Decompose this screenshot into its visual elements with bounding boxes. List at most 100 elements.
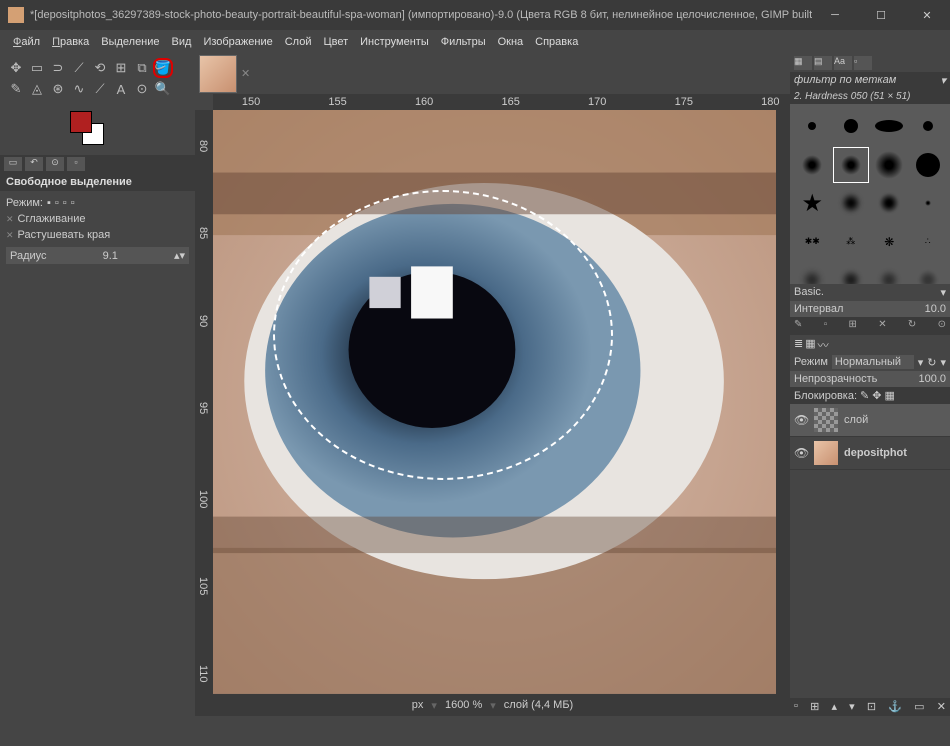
lock-alpha-icon[interactable]: ▦ (884, 389, 894, 402)
minimize-button[interactable]: ─ (812, 0, 858, 30)
maximize-button[interactable]: ☐ (858, 0, 904, 30)
menu-help[interactable]: Справка (530, 33, 583, 51)
layer-item[interactable]: 👁 слой (790, 404, 950, 437)
delete-layer-icon[interactable]: ✕ (937, 700, 946, 714)
lock-position-icon[interactable]: ✥ (872, 389, 881, 402)
tab-fonts[interactable]: Aa (834, 56, 852, 70)
layer-group-icon[interactable]: ⊞ (810, 700, 819, 714)
brush-item[interactable]: ❋ (871, 224, 908, 261)
brush-item[interactable] (833, 262, 870, 284)
brush-item-selected[interactable] (833, 147, 870, 184)
dropdown-icon[interactable]: ▾ (940, 356, 946, 369)
opacity-value[interactable]: 100.0 (918, 373, 946, 385)
brush-item[interactable] (910, 108, 947, 145)
unit-selector[interactable]: px (412, 699, 424, 711)
mask-layer-icon[interactable]: ▭ (914, 700, 924, 714)
layer-name[interactable]: depositphot (844, 447, 907, 459)
brush-item[interactable]: ⁂ (833, 224, 870, 261)
rect-select-tool[interactable]: ▭ (27, 58, 47, 78)
tab-patterns[interactable]: ▤ (814, 56, 832, 70)
brush-list[interactable]: ★ ✱✱ ⁂ ❋ ∴ (790, 104, 950, 284)
duplicate-brush-icon[interactable]: ⊞ (849, 319, 857, 333)
menu-filters[interactable]: Фильтры (436, 33, 491, 51)
brush-item[interactable] (871, 185, 908, 222)
brush-preset-label[interactable]: Basic. (794, 286, 824, 299)
image-tab-thumb[interactable] (199, 55, 237, 93)
duplicate-layer-icon[interactable]: ⊡ (867, 700, 876, 714)
menu-windows[interactable]: Окна (493, 33, 529, 51)
antialias-checkbox[interactable]: ✕ (6, 214, 14, 225)
menu-icon[interactable]: ⊙ (938, 319, 946, 333)
brush-item[interactable]: ★ (794, 185, 831, 222)
lower-layer-icon[interactable]: ▾ (849, 700, 855, 714)
tab-tool-options[interactable]: ▭ (4, 157, 22, 171)
clone-tool[interactable]: ⊛ (48, 79, 68, 99)
menu-view[interactable]: Вид (167, 33, 197, 51)
radius-value[interactable]: 9.1 (103, 250, 118, 262)
free-select-tool[interactable]: ⊃ (48, 58, 68, 78)
path-tool[interactable]: ⟋ (90, 79, 110, 99)
tab-paths[interactable]: 〰 (818, 337, 829, 351)
visibility-toggle-icon[interactable]: 👁 (794, 413, 808, 427)
refresh-brush-icon[interactable]: ↻ (908, 319, 916, 333)
canvas[interactable] (213, 110, 776, 694)
text-tool[interactable]: A (111, 79, 131, 99)
raise-layer-icon[interactable]: ▴ (831, 700, 837, 714)
brush-item[interactable] (871, 147, 908, 184)
menu-layer[interactable]: Слой (280, 33, 317, 51)
brush-item[interactable]: ∴ (910, 224, 947, 261)
menu-file[interactable]: Файл (8, 33, 45, 51)
tab-close-icon[interactable]: ✕ (241, 67, 250, 80)
brush-item[interactable] (833, 108, 870, 145)
tab-images[interactable]: ▫ (67, 157, 85, 171)
menu-color[interactable]: Цвет (318, 33, 353, 51)
mode-add-icon[interactable]: ▫ (55, 197, 59, 209)
mode-subtract-icon[interactable]: ▫ (63, 197, 67, 209)
tab-channels[interactable]: ▦ (805, 337, 815, 351)
move-tool[interactable]: ✥ (6, 58, 26, 78)
brush-item[interactable] (794, 262, 831, 284)
edit-brush-icon[interactable]: ✎ (794, 319, 802, 333)
layer-item[interactable]: 👁 depositphot (790, 437, 950, 470)
brush-item[interactable] (910, 185, 947, 222)
brush-item[interactable] (871, 262, 908, 284)
delete-brush-icon[interactable]: ✕ (878, 319, 886, 333)
filter-dropdown-icon[interactable]: ▾ (940, 74, 946, 87)
color-swatch[interactable] (70, 111, 110, 147)
layer-name[interactable]: слой (844, 414, 868, 426)
tab-undo[interactable]: ⊙ (46, 157, 64, 171)
tab-layers[interactable]: ≣ (794, 337, 803, 351)
close-button[interactable]: ✕ (904, 0, 950, 30)
tab-device[interactable]: ↶ (25, 157, 43, 171)
menu-select[interactable]: Выделение (96, 33, 164, 51)
zoom-level[interactable]: 1600 % (445, 699, 482, 711)
blend-mode-select[interactable]: Нормальный (832, 355, 914, 369)
feather-checkbox[interactable]: ✕ (6, 230, 14, 241)
brush-item[interactable]: ✱✱ (794, 224, 831, 261)
menu-edit[interactable]: Правка (47, 33, 94, 51)
mode-intersect-icon[interactable]: ▫ (71, 197, 75, 209)
dropdown-icon[interactable]: ▾ (940, 286, 946, 299)
merge-layer-icon[interactable]: ⚓ (888, 700, 902, 714)
new-brush-icon[interactable]: ▫ (824, 319, 828, 333)
lock-pixels-icon[interactable]: ✎ (860, 389, 869, 402)
smudge-tool[interactable]: ∿ (69, 79, 89, 99)
bucket-fill-tool[interactable]: 🪣 (153, 58, 173, 78)
foreground-color[interactable] (70, 111, 92, 133)
brush-item[interactable] (871, 108, 908, 145)
menu-image[interactable]: Изображение (198, 33, 277, 51)
interval-value[interactable]: 10.0 (925, 303, 946, 315)
color-picker-tool[interactable]: ⊙ (132, 79, 152, 99)
eraser-tool[interactable]: ◬ (27, 79, 47, 99)
zoom-tool[interactable]: 🔍 (153, 79, 173, 99)
tab-brushes[interactable]: ▦ (794, 56, 812, 70)
brush-item[interactable] (833, 185, 870, 222)
menu-tools[interactable]: Инструменты (355, 33, 434, 51)
brush-item[interactable] (910, 262, 947, 284)
brush-item[interactable] (794, 147, 831, 184)
warp-tool[interactable]: ⊞ (111, 58, 131, 78)
brush-item[interactable] (794, 108, 831, 145)
mode-replace-icon[interactable]: ▪ (47, 197, 51, 209)
radius-spinner[interactable]: ▴▾ (174, 249, 185, 262)
tab-history[interactable]: ▫ (854, 56, 872, 70)
